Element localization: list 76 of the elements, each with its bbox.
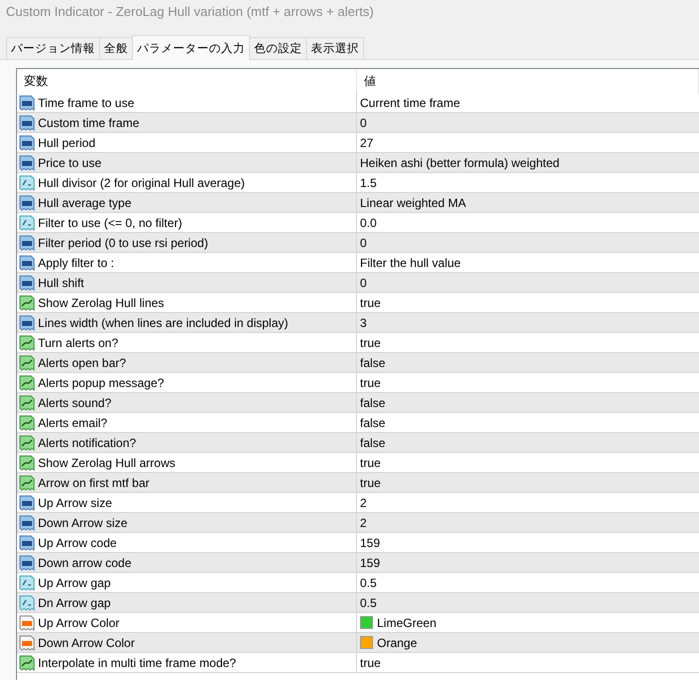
parameter-value[interactable]: Filter the hull value — [360, 256, 461, 270]
parameter-name: Alerts sound? — [38, 396, 112, 410]
line-chart-icon — [19, 654, 35, 670]
parameter-name: Custom time frame — [38, 116, 140, 130]
parameter-value[interactable]: 159 — [360, 556, 380, 570]
parameter-value[interactable]: 2 — [360, 496, 367, 510]
parameter-value[interactable]: 1.5 — [360, 176, 377, 190]
tab[interactable]: 表示選択 — [306, 37, 364, 60]
fraction-icon — [19, 174, 35, 190]
parameter-name: Alerts email? — [38, 416, 108, 430]
parameter-value[interactable]: 0.5 — [360, 576, 377, 590]
fraction-icon — [19, 574, 35, 590]
parameter-value[interactable]: LimeGreen — [377, 616, 436, 630]
tab[interactable]: バージョン情報 — [6, 37, 100, 60]
window-title: Custom Indicator - ZeroLag Hull variation (mtf + arrows + alerts) — [5, 2, 375, 21]
parameter-value[interactable]: Heiken ashi (better formula) weighted — [360, 156, 560, 170]
parameter-value[interactable]: true — [360, 476, 381, 490]
parameter-name: Up Arrow Color — [38, 616, 120, 630]
parameter-value[interactable]: 0 — [360, 236, 367, 250]
parameter-name: Alerts notification? — [38, 436, 136, 450]
parameter-name: Alerts popup message? — [38, 376, 164, 390]
parameter-name: Up Arrow gap — [38, 576, 111, 590]
parameter-name: Up Arrow code — [38, 536, 117, 550]
parameter-value[interactable]: 0 — [360, 276, 367, 290]
parameter-name: Interpolate in multi time frame mode? — [38, 656, 236, 670]
parameter-name: Filter to use (<= 0, no filter) — [38, 216, 182, 230]
parameter-value[interactable]: Orange — [377, 636, 418, 650]
parameter-value[interactable]: 0.0 — [360, 216, 377, 230]
parameter-name: Show Zerolag Hull lines — [38, 296, 164, 310]
parameter-value[interactable]: true — [360, 376, 381, 390]
parameter-name: Show Zerolag Hull arrows — [38, 456, 176, 470]
parameter-name: Time frame to use — [38, 96, 134, 110]
parameter-name: Down arrow code — [38, 556, 132, 570]
fraction-icon — [19, 214, 35, 230]
parameter-value[interactable]: 0.5 — [360, 596, 377, 610]
parameter-name: Hull divisor (2 for original Hull average) — [38, 176, 245, 190]
parameter-value[interactable]: Current time frame — [360, 96, 460, 110]
parameter-value[interactable]: Linear weighted MA — [360, 196, 466, 210]
parameter-name: Up Arrow size — [38, 496, 112, 510]
parameter-value[interactable]: true — [360, 296, 381, 310]
parameter-name: Apply filter to : — [38, 256, 114, 270]
parameter-value[interactable]: false — [360, 396, 386, 410]
parameter-value[interactable]: 0 — [360, 116, 367, 130]
line-chart-icon — [19, 294, 35, 310]
parameter-name: Hull period — [38, 136, 96, 150]
line-chart-icon — [19, 354, 35, 370]
parameter-value[interactable]: false — [360, 356, 386, 370]
parameter-name: Filter period (0 to use rsi period) — [38, 236, 208, 250]
parameter-value[interactable]: true — [360, 456, 381, 470]
parameter-value[interactable]: false — [360, 436, 386, 450]
parameter-name: Turn alerts on? — [38, 336, 118, 350]
parameter-name: Arrow on first mtf bar — [38, 476, 150, 490]
parameter-value[interactable]: 2 — [360, 516, 367, 530]
parameter-value[interactable]: 3 — [360, 316, 367, 330]
parameter-name: Dn Arrow gap — [38, 596, 111, 610]
parameter-name: Down Arrow Color — [38, 636, 135, 650]
line-chart-icon — [19, 434, 35, 450]
fraction-icon — [19, 594, 35, 610]
parameter-name: Lines width (when lines are included in display) — [38, 316, 288, 330]
parameter-value[interactable]: true — [360, 336, 381, 350]
line-chart-icon — [19, 334, 35, 350]
parameter-value[interactable]: 27 — [360, 136, 374, 150]
line-chart-icon — [19, 454, 35, 470]
parameter-value[interactable]: false — [360, 416, 386, 430]
line-chart-icon — [19, 474, 35, 490]
parameter-value[interactable]: true — [360, 656, 381, 670]
parameter-value[interactable]: 159 — [360, 536, 380, 550]
tab[interactable]: パラメーターの入力 — [132, 35, 250, 60]
parameter-name: Down Arrow size — [38, 516, 128, 530]
line-chart-icon — [19, 374, 35, 390]
parameter-name: Hull shift — [38, 276, 84, 290]
parameter-name: Alerts open bar? — [38, 356, 126, 370]
parameter-name: Price to use — [38, 156, 102, 170]
line-chart-icon — [19, 414, 35, 430]
line-chart-icon — [19, 394, 35, 410]
parameter-name: Hull average type — [38, 196, 132, 210]
